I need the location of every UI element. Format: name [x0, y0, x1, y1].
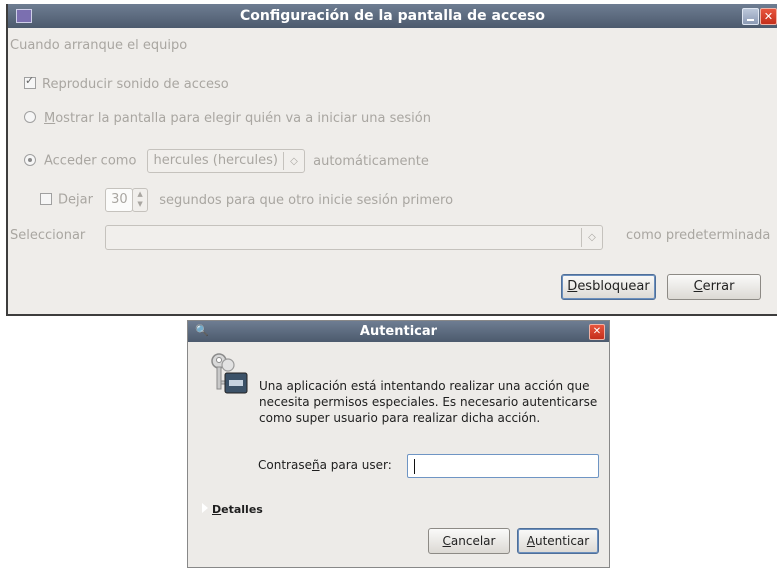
auth-titlebar[interactable]: 🔍 Autenticar ✕ [188, 321, 609, 342]
chevron-updown-icon: ◇ [282, 152, 304, 170]
expander-triangle-icon[interactable] [201, 502, 208, 514]
unlock-label: esbloquear [577, 279, 650, 294]
close-button[interactable]: Cerrar [667, 274, 761, 300]
auto-login-user-combo[interactable]: hercules (hercules) ◇ [146, 149, 305, 173]
password-label-rest: a para user: [319, 458, 392, 472]
show-screen-mnemonic: M [44, 111, 56, 126]
cancel-button[interactable]: Cancelar [428, 528, 510, 554]
unlock-button[interactable]: Desbloquear [561, 274, 656, 300]
spin-arrows-icon[interactable]: ▲ ▼ [132, 188, 149, 212]
authenticate-label: utenticar [534, 534, 590, 548]
authenticate-mnemonic: A [526, 534, 535, 548]
auth-title: Autenticar [359, 324, 438, 339]
close-icon[interactable]: ✕ [760, 8, 777, 25]
close-label: errar [702, 279, 735, 294]
cancel-mnemonic: C [442, 534, 451, 548]
password-label-part: Contrase [258, 458, 312, 472]
close-icon[interactable]: ✕ [589, 324, 605, 340]
delay-seconds-value: 30 [111, 192, 128, 207]
text-caret [414, 459, 415, 474]
play-sound-checkbox[interactable] [24, 74, 36, 89]
play-sound-label: Reproducir sonido de acceso [42, 77, 229, 92]
login-settings-window: Configuración de la pantalla de acceso ✕… [6, 4, 777, 316]
select-session-label: Seleccionar [10, 228, 86, 243]
keys-lock-icon [211, 353, 248, 394]
select-session-suffix: como predeterminada [626, 228, 771, 243]
delay-suffix: segundos para que otro inicie sesión pri… [159, 192, 454, 208]
cancel-label: ancelar [450, 534, 496, 548]
login-window-titlebar[interactable]: Configuración de la pantalla de acceso ✕ [8, 4, 777, 28]
auto-login-suffix: automáticamente [313, 153, 429, 169]
auth-message: Una aplicación está intentando realizar … [259, 379, 598, 425]
authenticate-button[interactable]: Autenticar [517, 528, 599, 554]
close-mnemonic: C [693, 279, 703, 294]
unlock-mnemonic: D [567, 279, 578, 294]
auto-login-option[interactable]: Acceder como hercules (hercules) ◇ autom… [24, 149, 429, 173]
delay-seconds-spinner[interactable]: 30 ▲ ▼ [105, 188, 149, 212]
login-window-title: Configuración de la pantalla de acceso [239, 8, 546, 24]
password-input[interactable] [407, 454, 599, 478]
section-label: Cuando arranque el equipo [10, 38, 188, 53]
auto-login-label: Acceder como [44, 153, 137, 169]
password-label-mnemonic: ñ [311, 458, 320, 472]
auto-login-user-value: hercules (hercules) [153, 153, 278, 168]
show-screen-label: ostrar la pantalla para elegir quién va … [55, 111, 431, 126]
select-session-option: Seleccionar [10, 228, 85, 243]
delay-option[interactable]: Dejar 30 ▲ ▼ segundos para que otro inici… [40, 188, 453, 212]
show-screen-option[interactable]: Mostrar la pantalla para elegir quién va… [24, 111, 431, 126]
delay-label: Dejar [58, 192, 93, 208]
details-mnemonic: D [212, 503, 222, 516]
minimize-icon[interactable] [742, 8, 759, 25]
select-session-combo[interactable]: ◇ [105, 225, 603, 250]
show-screen-radio[interactable] [24, 111, 36, 123]
details-label: etalles [221, 503, 263, 516]
chevron-updown-icon: ◇ [581, 228, 602, 247]
delay-checkbox[interactable] [40, 192, 52, 205]
details-expander[interactable]: Detalles [201, 502, 263, 516]
auth-dialog: 🔍 Autenticar ✕ Una aplicación está inten… [187, 320, 610, 568]
auto-login-radio[interactable] [24, 153, 36, 166]
password-label: Contraseña para user: [258, 458, 392, 472]
play-sound-option[interactable]: Reproducir sonido de acceso [24, 74, 229, 92]
